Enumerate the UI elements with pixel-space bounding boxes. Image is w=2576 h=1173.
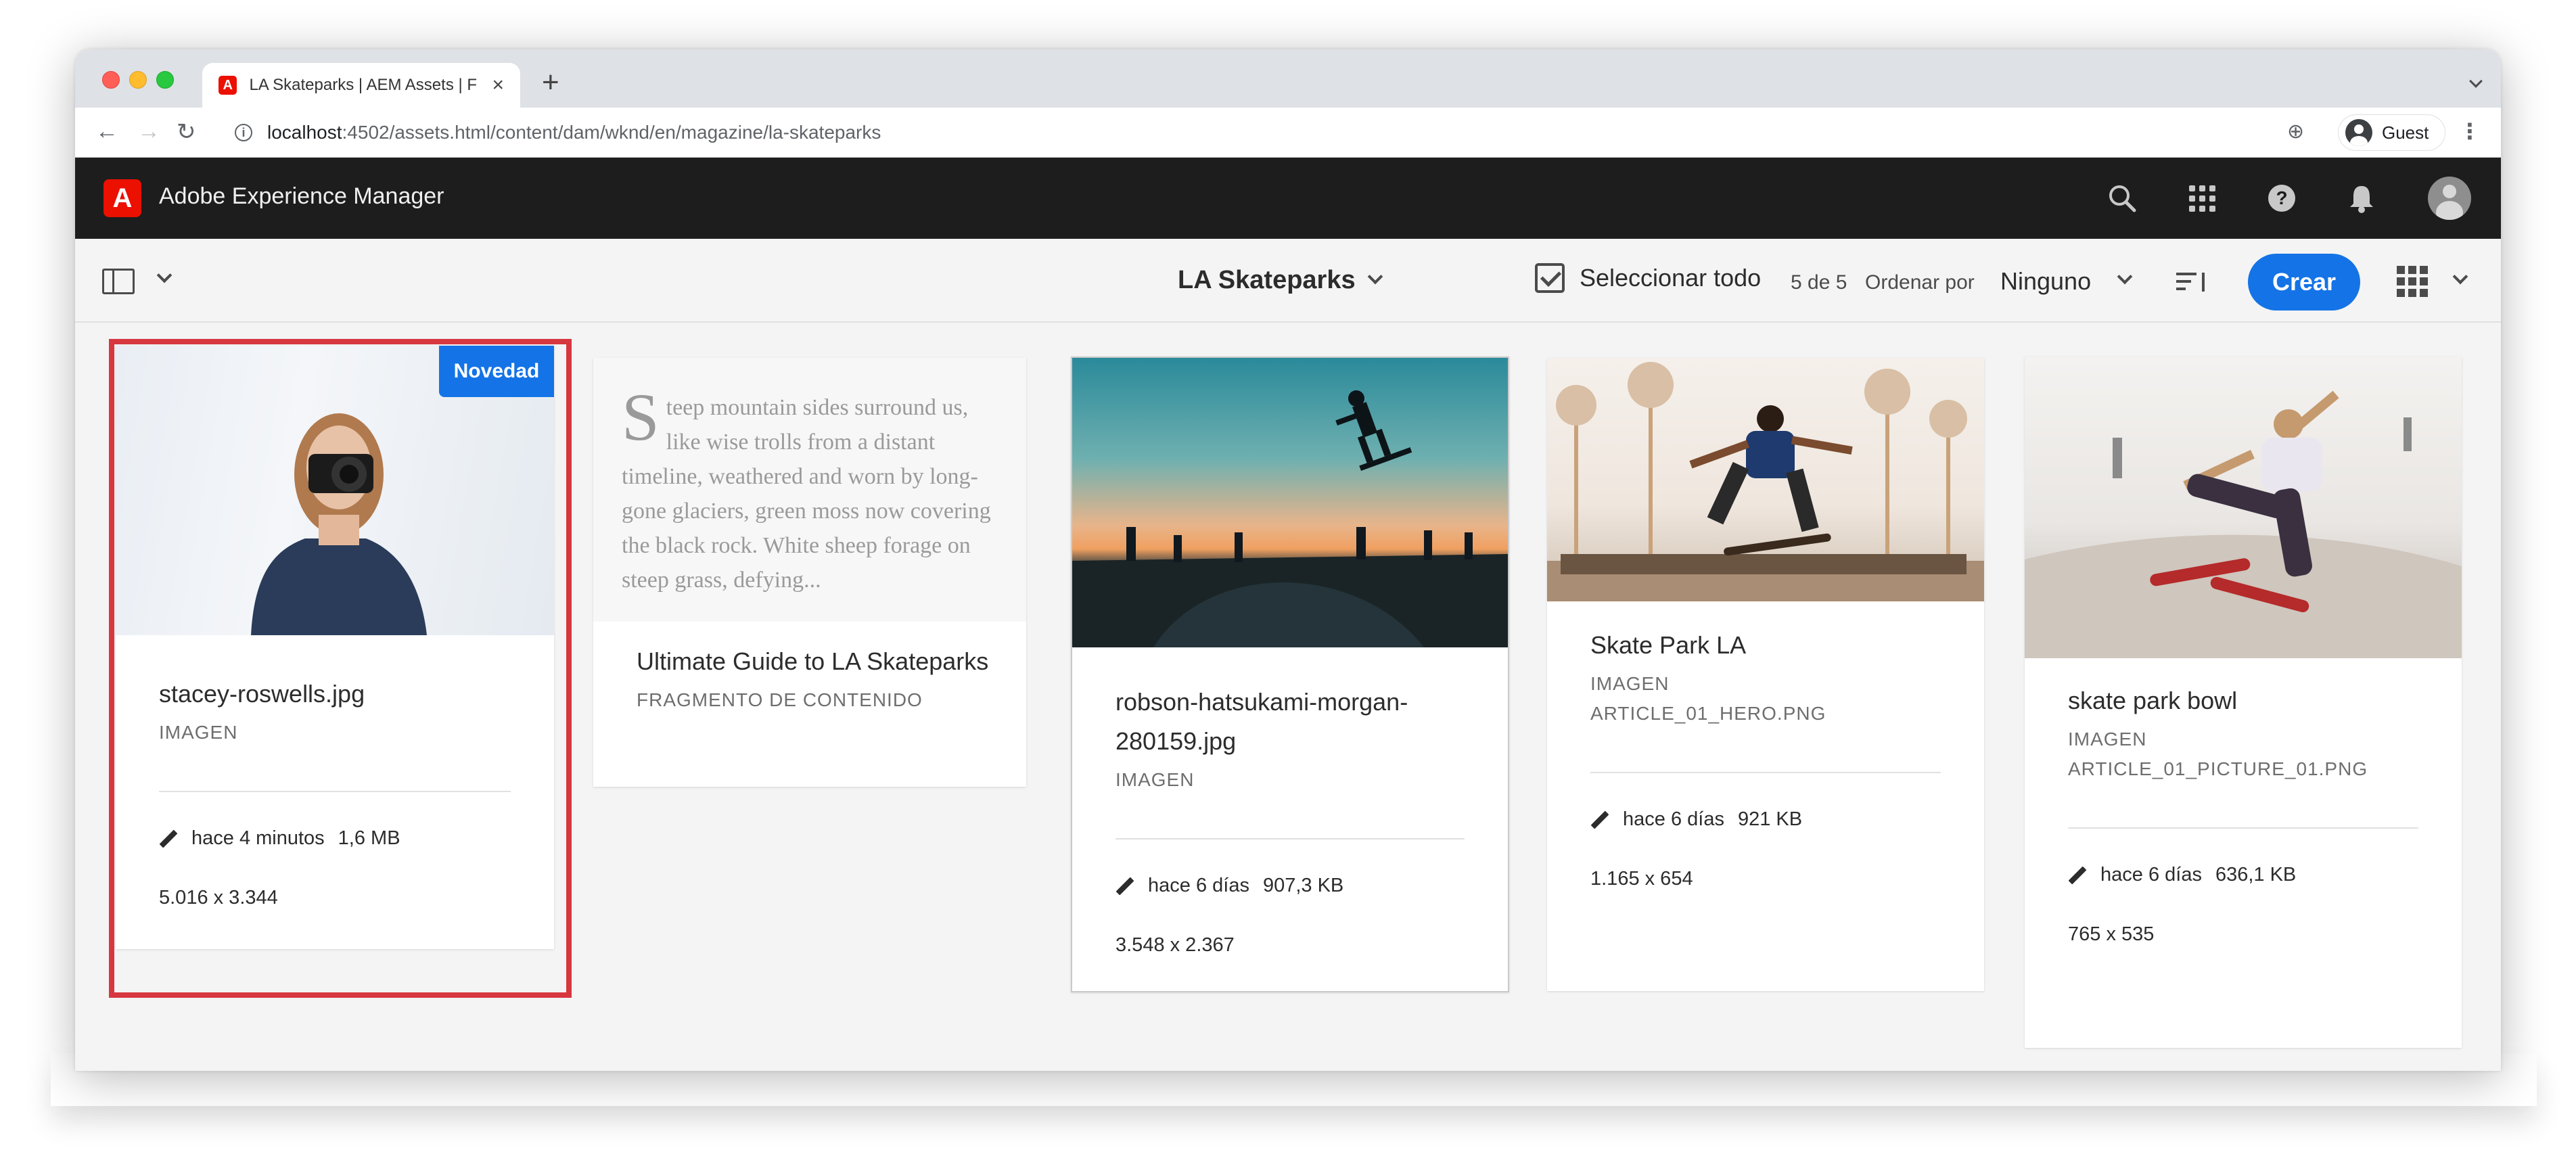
- help-icon[interactable]: ?: [2264, 181, 2299, 216]
- fragment-preview: Steep mountain sides surround us, like w…: [593, 358, 1026, 622]
- pencil-icon: [1590, 811, 1608, 829]
- asset-card[interactable]: skate park bowl IMAGEN ARTICLE_01_PICTUR…: [2025, 356, 2462, 1048]
- file-size: 1,6 MB: [338, 827, 400, 849]
- fragment-preview-text: Steep mountain sides surround us, like w…: [622, 380, 1001, 597]
- card-meta: hace 6 días 921 KB: [1590, 808, 1802, 831]
- app-title[interactable]: Adobe Experience Manager: [159, 183, 444, 210]
- card-type: IMAGEN: [2068, 729, 2147, 750]
- action-bar: LA Skateparks Seleccionar todo 5 de 5 Or…: [75, 239, 2501, 323]
- image-dimensions: 1.165 x 654: [1590, 868, 1693, 890]
- card-filename: ARTICLE_01_PICTURE_01.PNG: [2068, 758, 2368, 779]
- url-text[interactable]: localhost:4502/assets.html/content/dam/w…: [267, 122, 881, 143]
- adobe-favicon-icon: A: [218, 76, 237, 95]
- apps-grid-icon[interactable]: [2184, 181, 2220, 216]
- asset-thumbnail: [1072, 358, 1508, 647]
- browser-toolbar: ← → ↻ i localhost:4502/assets.html/conte…: [75, 108, 2501, 158]
- modified-time: hace 6 días: [2100, 864, 2202, 886]
- tab-strip: A LA Skateparks | AEM Assets | F × +: [75, 49, 2501, 108]
- card-title[interactable]: robson-hatsukami-morgan- 280159.jpg: [1116, 683, 1408, 761]
- divider: [159, 791, 511, 792]
- file-size: 921 KB: [1737, 808, 1803, 830]
- card-type: IMAGEN: [159, 722, 238, 743]
- card-title[interactable]: stacey-roswells.jpg: [159, 674, 365, 714]
- card-meta: hace 4 minutos 1,6 MB: [159, 827, 400, 850]
- folder-title[interactable]: LA Skateparks: [1178, 266, 1356, 295]
- sort-chevron-down-icon[interactable]: [2117, 269, 2133, 285]
- minimize-window-button[interactable]: [129, 71, 147, 89]
- card-title-line-1: robson-hatsukami-morgan-: [1116, 688, 1408, 716]
- pencil-icon: [159, 830, 177, 848]
- card-view-icon[interactable]: [2397, 266, 2428, 297]
- tab-close-icon[interactable]: ×: [492, 74, 504, 97]
- file-size: 907,3 KB: [1262, 875, 1344, 896]
- view-chevron-down-icon[interactable]: [2452, 269, 2468, 285]
- asset-card[interactable]: robson-hatsukami-morgan- 280159.jpg IMAG…: [1071, 356, 1509, 992]
- card-title[interactable]: skate park bowl: [2068, 681, 2237, 720]
- create-button[interactable]: Crear: [2248, 254, 2360, 310]
- site-info-icon[interactable]: i: [235, 124, 252, 141]
- file-size: 636,1 KB: [2215, 864, 2297, 886]
- pencil-icon: [2068, 867, 2086, 884]
- image-dimensions: 765 x 535: [2068, 923, 2155, 945]
- card-title[interactable]: Skate Park LA: [1590, 626, 1746, 665]
- browser-window: A LA Skateparks | AEM Assets | F × + ← →…: [75, 49, 2501, 1071]
- rail-toggle-icon[interactable]: [102, 269, 135, 294]
- card-meta: hace 6 días 636,1 KB: [2068, 864, 2296, 886]
- maximize-window-button[interactable]: [156, 71, 174, 89]
- guest-avatar-icon: [2345, 119, 2372, 146]
- card-title-line-2: 280159.jpg: [1116, 727, 1237, 755]
- image-dimensions: 3.548 x 2.367: [1116, 934, 1235, 956]
- preview-body: teep mountain sides surround us, like wi…: [622, 395, 991, 593]
- back-arrow-icon[interactable]: ←: [95, 118, 118, 145]
- modified-time: hace 6 días: [1148, 875, 1249, 896]
- asset-thumbnail: [1547, 358, 1984, 601]
- modified-time: hace 4 minutos: [191, 827, 325, 849]
- pencil-icon: [1116, 877, 1133, 895]
- zoom-icon[interactable]: ⊕: [2287, 120, 2304, 143]
- sort-dropdown[interactable]: Ninguno: [2000, 267, 2091, 296]
- asset-card[interactable]: Steep mountain sides surround us, like w…: [593, 358, 1026, 787]
- new-tab-icon[interactable]: +: [542, 66, 559, 99]
- card-type: IMAGEN: [1116, 769, 1195, 790]
- asset-card[interactable]: Novedad stacey-roswells.jpg IMAGEN hace …: [116, 346, 554, 949]
- profile-button[interactable]: Guest: [2338, 114, 2446, 151]
- bell-icon[interactable]: [2344, 181, 2379, 216]
- asset-card[interactable]: Skate Park LA IMAGEN ARTICLE_01_HERO.PNG…: [1547, 358, 1984, 991]
- new-badge: Novedad: [439, 346, 554, 397]
- card-type: FRAGMENTO DE CONTENIDO: [637, 689, 923, 710]
- sort-direction-icon[interactable]: [2176, 273, 2206, 293]
- tab-title: LA Skateparks | AEM Assets | F: [249, 76, 478, 94]
- user-avatar[interactable]: [2428, 177, 2471, 220]
- selection-count: 5 de 5: [1791, 271, 1847, 294]
- divider: [1116, 838, 1465, 840]
- card-type: IMAGEN: [1590, 673, 1670, 694]
- select-all-checkbox-icon: [1535, 263, 1565, 293]
- card-filename: ARTICLE_01_HERO.PNG: [1590, 703, 1826, 724]
- search-icon[interactable]: [2104, 181, 2140, 216]
- card-title[interactable]: Ultimate Guide to LA Skateparks: [637, 642, 988, 681]
- folder-chevron-down-icon[interactable]: [1367, 269, 1383, 285]
- adobe-logo-icon[interactable]: A: [104, 179, 141, 217]
- close-window-button[interactable]: [102, 71, 120, 89]
- image-dimensions: 5.016 x 3.344: [159, 887, 278, 908]
- card-meta: hace 6 días 907,3 KB: [1116, 875, 1343, 897]
- address-bar[interactable]: i localhost:4502/assets.html/content/dam…: [218, 116, 2316, 150]
- select-all-label: Seleccionar todo: [1580, 264, 1762, 292]
- forward-arrow-icon[interactable]: →: [137, 118, 160, 145]
- tab-search-chevron-icon[interactable]: [2469, 70, 2483, 91]
- browser-menu-icon[interactable]: ⋮: [2459, 118, 2481, 144]
- browser-tab[interactable]: A LA Skateparks | AEM Assets | F ×: [202, 63, 520, 108]
- rail-chevron-down-icon[interactable]: [156, 267, 172, 284]
- modified-time: hace 6 días: [1623, 808, 1724, 830]
- preview-dropcap: S: [622, 380, 660, 455]
- divider: [2068, 827, 2418, 829]
- reload-icon[interactable]: ↻: [177, 118, 196, 145]
- select-all-button[interactable]: Seleccionar todo: [1535, 263, 1761, 293]
- divider: [1590, 772, 1941, 773]
- profile-label: Guest: [2382, 122, 2429, 143]
- sort-label: Ordenar por: [1865, 271, 1975, 294]
- asset-thumbnail: [2025, 356, 2462, 658]
- aem-shell-header: A Adobe Experience Manager ?: [75, 158, 2501, 239]
